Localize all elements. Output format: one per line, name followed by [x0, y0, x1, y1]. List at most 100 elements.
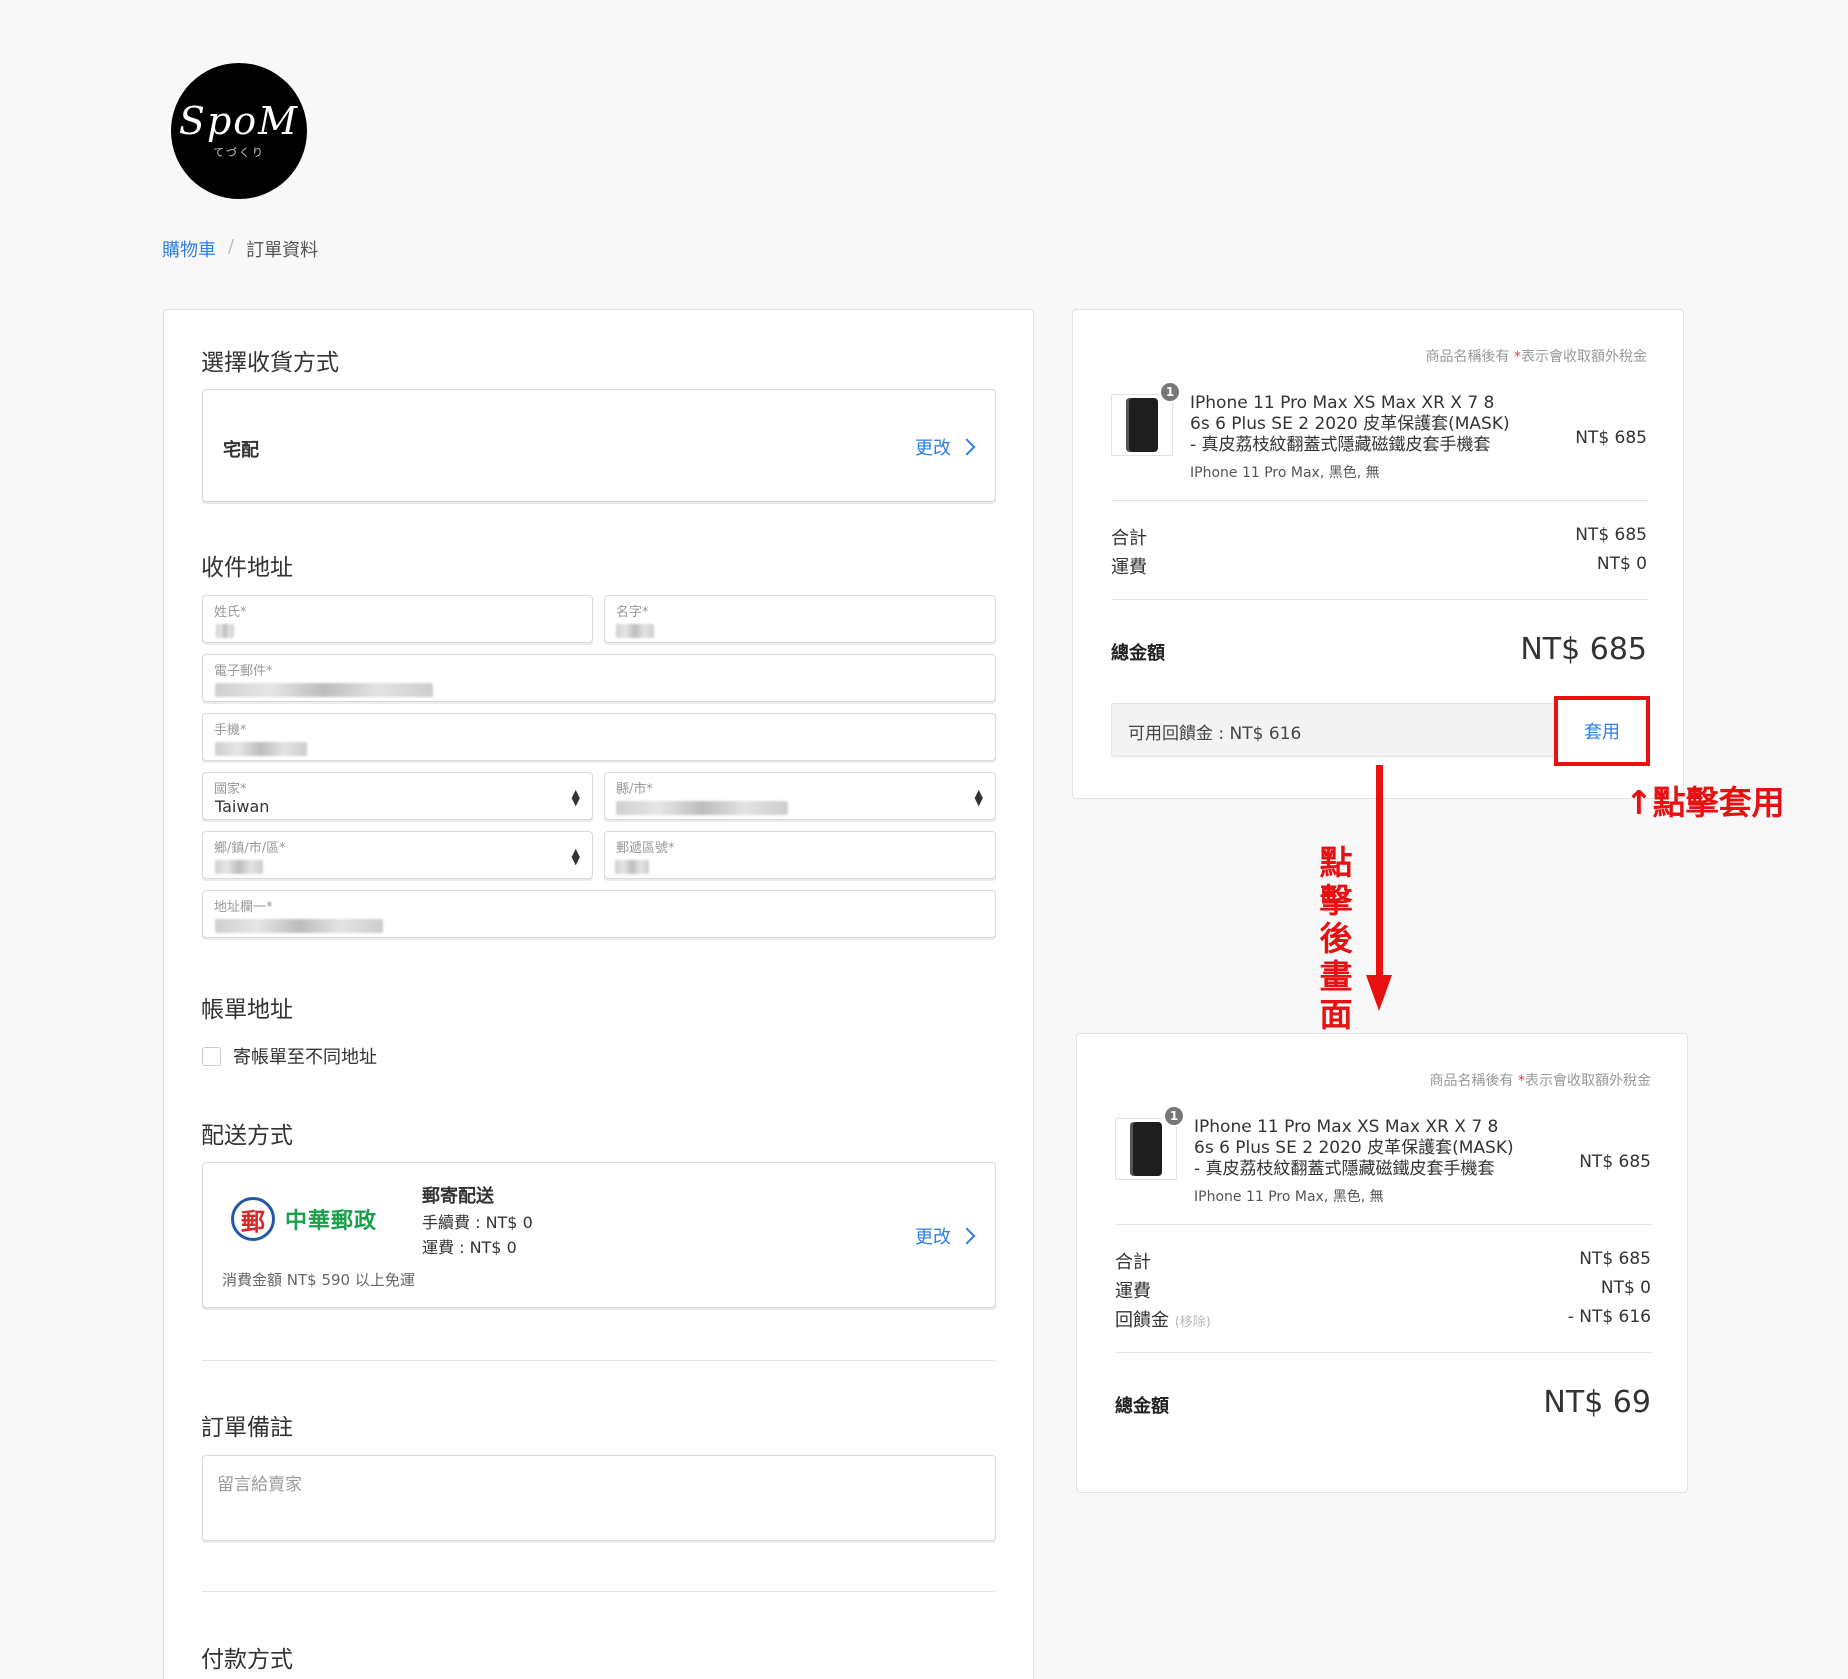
quantity-badge: 1 — [1159, 381, 1181, 403]
field-label: 姓氏* — [214, 605, 247, 620]
phone-case-image — [1126, 398, 1158, 452]
billing-address-title: 帳單地址 — [201, 997, 293, 1023]
order-summary-before: 商品名稱後有 *表示會收取額外稅金 1 IPhone 11 Pro Max XS… — [1072, 309, 1684, 799]
receive-method-box: 宅配 更改 — [202, 389, 996, 502]
summary-divider — [1115, 1224, 1653, 1225]
field-label: 縣/市* — [616, 782, 653, 797]
last-name-field[interactable]: 姓氏* — [202, 595, 593, 643]
remove-credit-link[interactable]: (移除) — [1175, 1315, 1211, 1330]
field-label: 地址欄一* — [214, 900, 273, 915]
total-value: NT$ 69 — [1543, 1385, 1651, 1420]
product-thumbnail — [1115, 1118, 1177, 1180]
delivery-method-box: 郵 中華郵政 郵寄配送 手續費 : NT$ 0 運費 : NT$ 0 消費金額 … — [202, 1162, 996, 1308]
subtotal-label: 合計 — [1115, 1252, 1151, 1273]
field-label: 名字* — [616, 605, 649, 620]
store-credit-bar: 可用回饋金 : NT$ 616 — [1111, 703, 1570, 757]
billing-different-address-option[interactable]: 寄帳單至不同地址 — [202, 1043, 377, 1069]
credit-label: 回饋金 — [1115, 1310, 1169, 1331]
annotation-click-apply: ↑點擊套用 — [1625, 783, 1785, 822]
note-placeholder: 留言給賣家 — [217, 1475, 302, 1495]
logo-text: SpoM — [178, 99, 300, 143]
product-name: IPhone 11 Pro Max XS Max XR X 7 8 6s 6 P… — [1194, 1117, 1514, 1179]
chunghwa-post-logo: 郵 中華郵政 — [231, 1197, 377, 1241]
annotation-arrow-shaft — [1376, 765, 1383, 980]
country-select[interactable]: 國家* Taiwan ▲ ▼ — [202, 772, 593, 820]
tax-note-prefix: 商品名稱後有 — [1425, 349, 1514, 365]
address-line-field[interactable]: 地址欄一* — [202, 890, 996, 938]
tax-star: * — [1514, 349, 1521, 365]
zip-code-field[interactable]: 郵遞區號* — [604, 831, 996, 879]
field-label: 電子郵件* — [214, 664, 273, 679]
available-credit-text: 可用回饋金 : NT$ 616 — [1128, 724, 1302, 744]
breadcrumb: 購物車 / 訂單資料 — [162, 236, 318, 262]
total-label: 總金額 — [1111, 643, 1165, 664]
field-label: 鄉/鎮/市/區* — [214, 841, 286, 856]
free-shipping-note: 消費金額 NT$ 590 以上免運 — [222, 1271, 415, 1289]
redacted-value — [616, 801, 788, 815]
shipping-value: NT$ 0 — [1600, 1278, 1651, 1298]
redacted-value — [216, 624, 234, 638]
section-divider — [202, 1591, 996, 1592]
product-name: IPhone 11 Pro Max XS Max XR X 7 8 6s 6 P… — [1190, 393, 1510, 455]
shipping-label: 運費 — [1115, 1281, 1151, 1302]
select-arrows-icon: ▲ ▼ — [571, 787, 580, 808]
apply-credit-button[interactable]: 套用 — [1554, 696, 1650, 766]
subtotal-value: NT$ 685 — [1575, 525, 1647, 545]
phone-field[interactable]: 手機* — [202, 713, 996, 761]
chevron-right-icon — [958, 438, 976, 456]
breadcrumb-current: 訂單資料 — [246, 240, 319, 261]
summary-divider — [1115, 1352, 1653, 1353]
product-variant: IPhone 11 Pro Max, 黑色, 無 — [1190, 465, 1380, 481]
city-select[interactable]: 縣/市* ▲ ▼ — [604, 772, 996, 820]
district-select[interactable]: 鄉/鎮/市/區* ▲ ▼ — [202, 831, 593, 879]
order-note-title: 訂單備註 — [201, 1415, 293, 1441]
redacted-value — [215, 919, 383, 933]
total-value: NT$ 685 — [1520, 632, 1647, 667]
product-thumbnail — [1111, 394, 1173, 456]
email-field[interactable]: 電子郵件* — [202, 654, 996, 702]
field-label: 國家* — [214, 782, 247, 797]
subtotal-label: 合計 — [1111, 528, 1147, 549]
tax-note: 商品名稱後有 *表示會收取額外稅金 — [1426, 346, 1647, 366]
subtotal-value: NT$ 685 — [1579, 1249, 1651, 1269]
select-arrows-icon: ▲ ▼ — [571, 846, 580, 867]
annotation-after-click: 點擊後畫面 — [1319, 843, 1353, 1034]
shipping-address-title: 收件地址 — [201, 555, 293, 581]
tax-note-suffix: 表示會收取額外稅金 — [1525, 1073, 1651, 1089]
store-logo[interactable]: SpoM てづくり — [171, 63, 307, 199]
summary-divider — [1111, 599, 1649, 600]
redacted-value — [615, 860, 649, 874]
redacted-value — [215, 860, 263, 874]
first-name-field[interactable]: 名字* — [604, 595, 996, 643]
change-label: 更改 — [915, 1227, 951, 1248]
delivery-method-change-link[interactable]: 更改 — [915, 1223, 976, 1249]
product-variant: IPhone 11 Pro Max, 黑色, 無 — [1194, 1189, 1384, 1205]
product-price: NT$ 685 — [1579, 1152, 1651, 1172]
order-summary-after: 商品名稱後有 *表示會收取額外稅金 1 IPhone 11 Pro Max XS… — [1076, 1033, 1688, 1493]
payment-method-title: 付款方式 — [201, 1647, 293, 1673]
post-office-icon: 郵 — [231, 1197, 275, 1241]
receive-method-change-link[interactable]: 更改 — [915, 434, 976, 460]
logo-subtext: てづくり — [213, 146, 265, 159]
billing-different-address-checkbox[interactable] — [202, 1046, 221, 1066]
total-label: 總金額 — [1115, 1396, 1169, 1417]
chevron-right-icon — [958, 1227, 976, 1245]
shipping-value: NT$ 0 — [1596, 554, 1647, 574]
credit-value: - NT$ 616 — [1567, 1307, 1651, 1327]
order-note-textarea[interactable]: 留言給賣家 — [202, 1455, 996, 1541]
handling-fee: 手續費 : NT$ 0 — [422, 1213, 533, 1232]
receive-method-title: 選擇收貨方式 — [201, 350, 339, 376]
quantity-badge: 1 — [1163, 1105, 1185, 1127]
post-glyph: 郵 — [241, 1207, 265, 1236]
country-value: Taiwan — [215, 797, 270, 816]
shipping-label: 運費 — [1111, 557, 1147, 578]
checkbox-label: 寄帳單至不同地址 — [233, 1047, 377, 1068]
section-divider — [202, 1360, 996, 1361]
delivery-shipping-fee: 運費 : NT$ 0 — [422, 1238, 517, 1257]
receive-method-value: 宅配 — [223, 440, 259, 461]
tax-note-prefix: 商品名稱後有 — [1429, 1073, 1518, 1089]
credit-row-label: 回饋金 (移除) — [1115, 1306, 1211, 1332]
breadcrumb-cart-link[interactable]: 購物車 — [162, 236, 216, 262]
field-label: 手機* — [214, 723, 247, 738]
delivery-name: 郵寄配送 — [422, 1186, 494, 1207]
